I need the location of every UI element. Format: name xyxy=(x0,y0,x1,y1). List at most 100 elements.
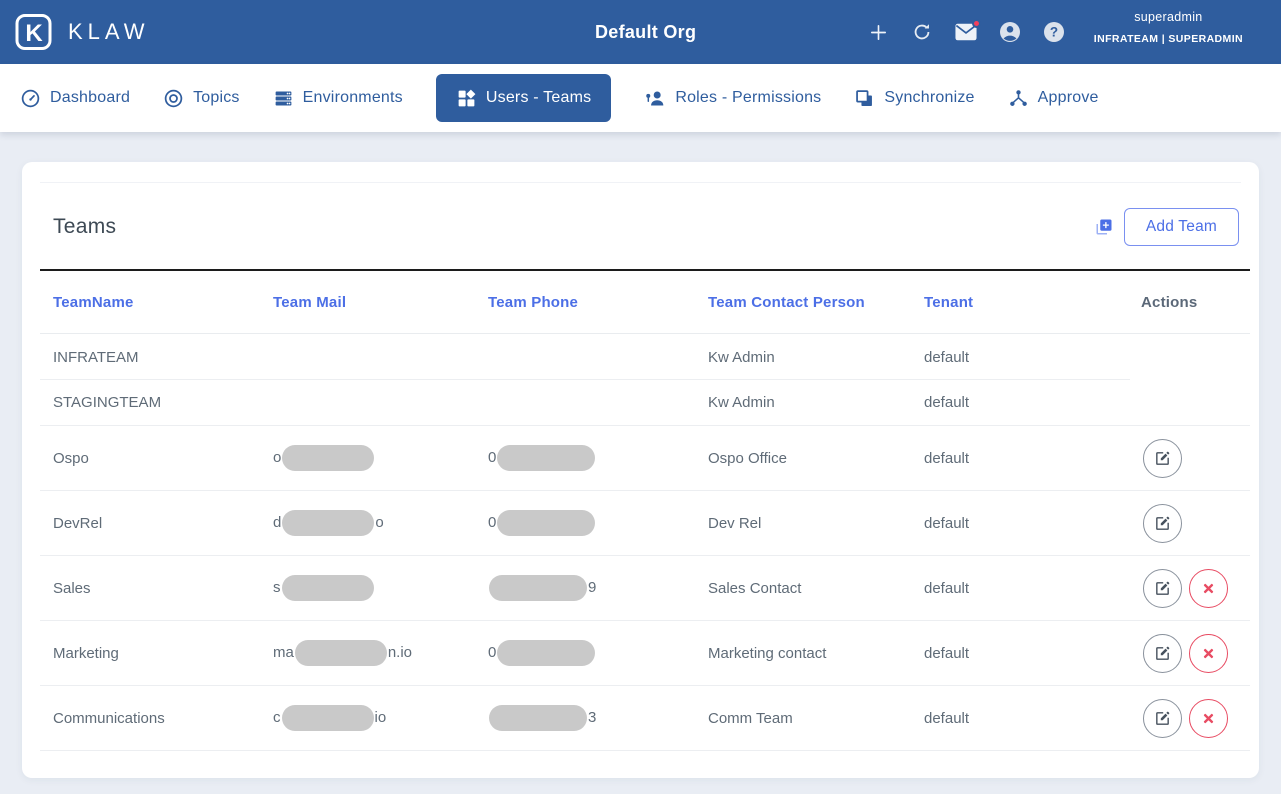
teams-table-body: INFRATEAM Kw Admin default STAGINGTEAM Kw Ad… xyxy=(40,334,1250,751)
library-add-icon xyxy=(1095,218,1113,236)
table-row: DevRel d o 0 Dev Rel default xyxy=(40,491,1250,556)
brand-name: KLAW xyxy=(68,19,150,44)
table-row: Sales s 9 Sales Contact default xyxy=(40,556,1250,621)
delete-team-button[interactable] xyxy=(1189,698,1228,738)
teams-panel: Teams Add Team TeamName Team Mail Team P… xyxy=(22,162,1259,778)
team-contact-person-cell: Sales Contact xyxy=(708,579,802,597)
nav-tab-users-teams[interactable]: Users - Teams xyxy=(435,74,612,122)
redaction-pill xyxy=(282,510,375,536)
team-name-cell: Marketing xyxy=(53,644,119,662)
nav-tab-roles-permissions[interactable]: Roles - Permissions xyxy=(644,88,821,109)
redaction-pill xyxy=(294,640,387,666)
notification-badge xyxy=(972,19,981,28)
roles-permissions-icon xyxy=(644,88,666,109)
user-team-role: INFRATEAM | SUPERADMIN xyxy=(1093,32,1243,45)
team-contact-person-cell: Marketing contact xyxy=(708,644,827,662)
tenant-cell: default xyxy=(924,709,970,727)
edit-team-button[interactable] xyxy=(1143,568,1182,608)
team-phone-cell: 0 xyxy=(475,445,695,471)
nav-label: Synchronize xyxy=(884,89,975,106)
team-phone-cell: 9 xyxy=(475,575,695,601)
brand-logo[interactable]: K KLAW xyxy=(14,12,150,52)
edit-icon xyxy=(1154,645,1171,662)
nav-label: Approve xyxy=(1037,89,1099,106)
edit-icon xyxy=(1154,710,1171,727)
redaction-pill xyxy=(497,510,596,536)
actions-cell xyxy=(1128,438,1250,478)
column-header-tenant: Tenant xyxy=(924,293,974,311)
nav-tab-synchronize[interactable]: Synchronize xyxy=(854,88,974,109)
nav-tab-dashboard[interactable]: Dashboard xyxy=(20,88,130,109)
column-header-team-mail: Team Mail xyxy=(273,293,347,311)
edit-icon xyxy=(1154,580,1171,597)
team-mail-cell: do xyxy=(260,510,475,536)
edit-team-button[interactable] xyxy=(1143,438,1182,478)
mail-icon[interactable] xyxy=(954,19,981,44)
column-header-team-phone: Team Phone xyxy=(488,293,579,311)
team-mail-cell: c io xyxy=(260,705,475,731)
users-teams-grid-icon xyxy=(456,88,477,109)
edit-team-button[interactable] xyxy=(1143,633,1182,673)
delete-icon xyxy=(1202,582,1215,595)
table-row: Ospo o 0 Ospo Office default xyxy=(40,426,1250,491)
redaction-pill xyxy=(282,445,375,471)
team-contact-person-cell: Ospo Office xyxy=(708,449,787,467)
user-block[interactable]: superadmin INFRATEAM | SUPERADMIN xyxy=(1094,11,1243,44)
edit-team-button[interactable] xyxy=(1143,698,1182,738)
team-contact-person-cell: Dev Rel xyxy=(708,514,762,532)
svg-text:?: ? xyxy=(1050,25,1058,40)
delete-icon xyxy=(1202,647,1215,660)
team-mail-cell: s xyxy=(260,575,475,601)
team-contact-person-cell: Kw Admin xyxy=(708,394,775,411)
add-team-button[interactable]: Add Team xyxy=(1123,207,1239,246)
table-row: Communications c io 3 Comm Team default xyxy=(40,686,1250,751)
environments-server-icon xyxy=(273,88,294,109)
redaction-pill xyxy=(489,705,587,731)
delete-team-button[interactable] xyxy=(1189,568,1228,608)
tenant-cell: default xyxy=(924,644,970,662)
edit-team-button[interactable] xyxy=(1143,503,1182,543)
team-name-cell: Communications xyxy=(53,709,165,727)
team-name-cell: Sales xyxy=(53,579,91,597)
team-phone-cell: 0 xyxy=(475,640,695,666)
actions-cell xyxy=(1128,503,1250,543)
nav-tab-approve[interactable]: Approve xyxy=(1008,88,1099,109)
nav-tab-environments[interactable]: Environments xyxy=(273,88,403,109)
org-title: Default Org xyxy=(594,21,697,42)
team-name-cell: INFRATEAM xyxy=(53,348,139,366)
nav-label: Dashboard xyxy=(50,89,131,106)
panel-header: Teams Add Team xyxy=(22,183,1259,253)
page-title: Teams xyxy=(53,214,117,238)
table-row: Marketing ma n.io 0 Marketing contact default xyxy=(40,621,1250,686)
team-name-cell: Ospo xyxy=(53,449,89,467)
redaction-pill xyxy=(497,445,596,471)
svg-text:K: K xyxy=(25,20,43,47)
tenant-cell: default xyxy=(924,579,970,597)
username: superadmin xyxy=(1134,10,1203,24)
tenant-cell: default xyxy=(924,514,970,532)
header-icon-group: ? xyxy=(866,0,1066,64)
nav-label: Topics xyxy=(193,89,240,106)
account-icon[interactable] xyxy=(998,20,1022,44)
team-mail-cell: o xyxy=(260,445,475,471)
edit-icon xyxy=(1154,450,1171,467)
column-header-contact-person: Team Contact Person xyxy=(708,293,865,311)
refresh-icon[interactable] xyxy=(910,20,934,44)
topics-target-icon xyxy=(163,88,184,109)
synchronize-copy-icon xyxy=(854,88,875,109)
actions-cell xyxy=(1128,698,1250,738)
app-header: K KLAW Default Org ? superadmin INFRATEA… xyxy=(0,0,1281,64)
delete-team-button[interactable] xyxy=(1189,633,1228,673)
nav-label: Environments xyxy=(302,89,403,106)
team-phone-cell: 0 xyxy=(475,510,695,536)
help-icon[interactable]: ? xyxy=(1042,20,1066,44)
actions-cell xyxy=(1128,568,1250,608)
nav-label: Roles - Permissions xyxy=(675,89,822,106)
nav-tab-topics[interactable]: Topics xyxy=(163,88,240,109)
column-header-actions: Actions xyxy=(1141,293,1198,311)
nav-label: Users - Teams xyxy=(485,89,592,106)
redaction-pill xyxy=(489,575,587,601)
teams-table: TeamName Team Mail Team Phone Team Conta… xyxy=(40,271,1250,751)
add-icon[interactable] xyxy=(866,20,890,44)
team-name-cell: DevRel xyxy=(53,514,103,532)
